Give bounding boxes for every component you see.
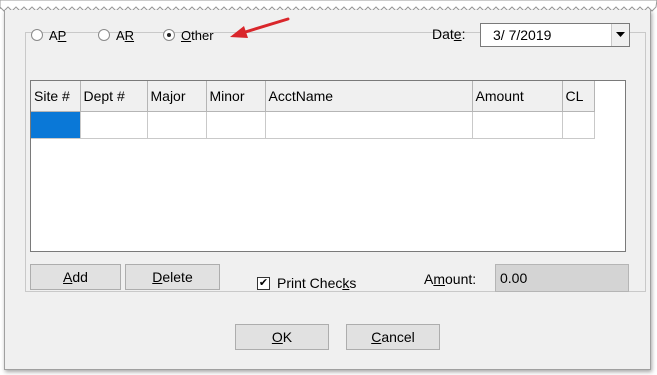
date-label: Date: (432, 26, 466, 42)
date-combobox[interactable]: 3/ 7/2019 (480, 23, 630, 47)
radio-other-indicator[interactable] (163, 29, 175, 41)
ok-button[interactable]: OK (235, 324, 329, 350)
col-site[interactable]: Site # (31, 81, 81, 112)
table-row[interactable] (31, 111, 595, 139)
col-major[interactable]: Major (147, 81, 207, 112)
cell-site[interactable] (31, 111, 81, 139)
print-checks-label: Print Checks (277, 275, 357, 291)
entries-grid[interactable]: Site # Dept # Major Minor AcctName Amoun… (30, 80, 626, 252)
col-dept[interactable]: Dept # (80, 81, 148, 112)
cell-amount[interactable] (472, 111, 563, 139)
radio-ar-indicator[interactable] (98, 29, 110, 41)
date-dropdown-button[interactable] (611, 24, 629, 46)
callout-arrow (230, 17, 290, 38)
grid-header-row: Site # Dept # Major Minor AcctName Amoun… (31, 81, 595, 112)
radio-ap[interactable]: AP (31, 27, 66, 43)
add-button[interactable]: Add (30, 264, 121, 290)
delete-button[interactable]: Delete (125, 264, 220, 290)
col-amount[interactable]: Amount (472, 81, 563, 112)
amount-label: Amount: (424, 271, 477, 287)
cell-major[interactable] (147, 111, 207, 139)
print-checks-box[interactable]: ✔ (257, 276, 270, 290)
radio-ar-label: AR (116, 27, 135, 43)
radio-ap-indicator[interactable] (31, 29, 43, 41)
cancel-button[interactable]: Cancel (346, 324, 440, 350)
chevron-down-icon (616, 32, 625, 37)
cell-cl[interactable] (562, 111, 595, 139)
radio-ar[interactable]: AR (98, 27, 134, 43)
print-checks-checkbox[interactable]: ✔ Print Checks (257, 275, 356, 291)
radio-ap-label: AP (49, 27, 67, 43)
radio-other-label: Other (181, 27, 214, 43)
cell-dept[interactable] (80, 111, 148, 139)
amount-field: 0.00 (495, 264, 629, 292)
col-minor[interactable]: Minor (206, 81, 266, 112)
date-value: 3/ 7/2019 (493, 27, 552, 43)
radio-other[interactable]: Other (163, 27, 214, 43)
col-cl[interactable]: CL (562, 81, 595, 112)
cell-minor[interactable] (206, 111, 266, 139)
col-acctname[interactable]: AcctName (265, 81, 473, 112)
cell-acctname[interactable] (265, 111, 473, 139)
